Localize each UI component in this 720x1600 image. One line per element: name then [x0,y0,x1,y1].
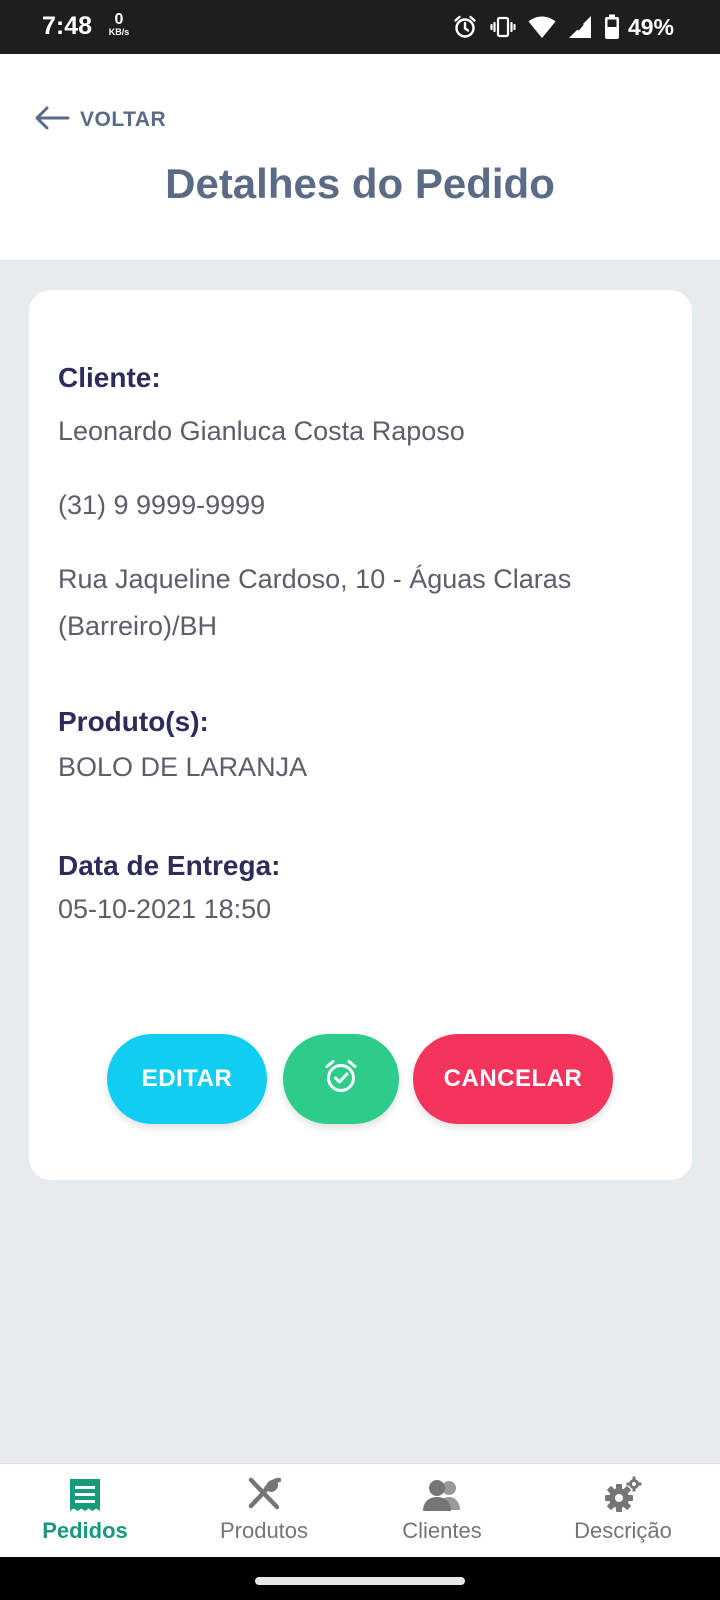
signal-icon [568,15,592,39]
nav-label-descricao: Descrição [574,1518,672,1543]
arrow-left-icon [34,106,70,135]
nav-label-clientes: Clientes [402,1518,482,1543]
receipt-icon [68,1476,102,1514]
page-title: Detalhes do Pedido [165,160,555,207]
back-button[interactable]: VOLTAR [34,102,166,138]
battery-percent: 49% [627,13,674,40]
delivery-date-value: 05-10-2021 18:50 [58,894,272,924]
edit-button[interactable]: EDITAR [107,1034,267,1124]
status-icons: 49% [452,12,674,42]
wifi-icon [528,15,556,39]
header: VOLTAR Detalhes do Pedido [0,54,720,261]
nav-item-clientes[interactable]: Clientes [358,1464,526,1558]
status-bar: 7:48 0 KB/s 49% [0,0,720,54]
products-label: Produto(s): [58,706,209,737]
delivery-date-label: Data de Entrega: [58,850,281,881]
alarm-button[interactable] [283,1034,399,1124]
order-details-card: Cliente: Leonardo Gianluca Costa Raposo … [29,290,692,1180]
network-speed-unit: KB/s [108,27,130,37]
status-time: 7:48 [42,12,93,40]
alarm-icon [452,14,478,40]
utensils-icon [246,1476,282,1514]
network-speed: 0 KB/s [104,12,134,37]
nav-item-pedidos[interactable]: Pedidos [0,1464,170,1558]
client-name: Leonardo Gianluca Costa Raposo [58,416,465,446]
bottom-nav: Pedidos Produtos Clientes Descrição [0,1463,720,1558]
nav-label-pedidos: Pedidos [42,1518,128,1543]
nav-label-produtos: Produtos [219,1518,309,1543]
back-label: VOLTAR [80,108,167,131]
network-speed-value: 0 [114,11,124,28]
home-indicator[interactable] [255,1577,465,1585]
products-value: BOLO DE LARANJA [58,752,308,782]
vibrate-icon [490,14,516,40]
gesture-bar [0,1557,720,1600]
users-icon [421,1476,463,1514]
client-label: Cliente: [58,362,161,393]
battery-icon [604,14,620,40]
nav-item-descricao[interactable]: Descrição [526,1464,720,1558]
nav-item-produtos[interactable]: Produtos [170,1464,358,1558]
client-phone: (31) 9 9999-9999 [58,490,266,520]
alarm-check-icon [322,1057,360,1102]
cancel-button[interactable]: CANCELAR [413,1034,613,1124]
client-address: Rua Jaqueline Cardoso, 10 - Águas Claras… [58,564,572,641]
gears-icon [603,1476,643,1514]
